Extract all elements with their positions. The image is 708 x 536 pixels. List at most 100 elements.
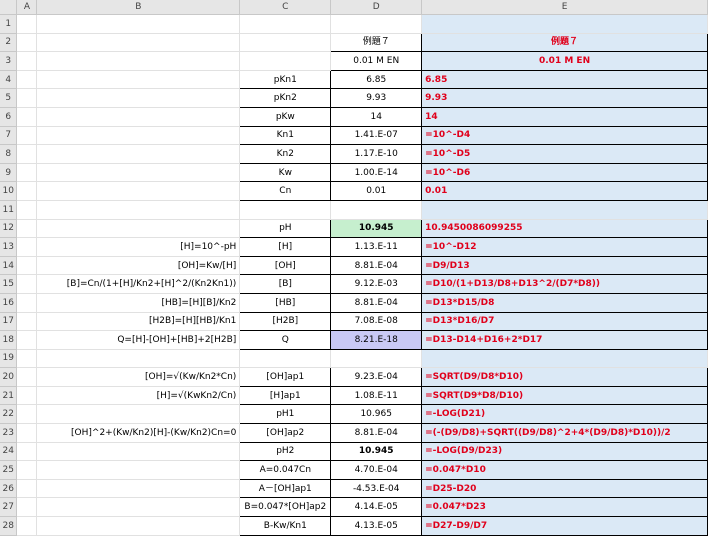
row-header[interactable]: 15 [0,274,18,294]
cell-a[interactable] [16,219,38,239]
cell-c[interactable]: Kn2 [239,144,332,164]
cell-c[interactable]: Q [239,330,332,350]
cell-e[interactable]: 6.85 [421,69,708,90]
cell-c[interactable]: [H] [239,237,332,257]
cell-e[interactable]: =D27-D9/D7 [421,516,708,536]
cell-d[interactable] [330,200,423,220]
column-header-e[interactable]: E [421,0,708,15]
cell-b[interactable] [36,516,241,536]
cell-a[interactable] [16,404,38,425]
cell-b[interactable]: [OH]=Kw/[H] [36,256,241,276]
row-header[interactable]: 10 [0,181,18,201]
row-header[interactable]: 20 [0,367,18,387]
row-header[interactable]: 6 [0,107,18,127]
cell-c[interactable] [239,14,332,34]
row-header[interactable]: 17 [0,312,18,332]
cell-c[interactable]: pH2 [239,441,332,462]
column-header-d[interactable]: D [330,0,423,15]
cell-d[interactable]: 4.70.E-04 [330,460,423,480]
cell-c[interactable]: [HB] [239,292,332,313]
cell-a[interactable] [16,293,38,313]
cell-c[interactable]: A=0.047Cn [239,460,332,480]
cell-a[interactable] [16,200,38,220]
cell-b[interactable] [36,51,241,71]
cell-b[interactable] [36,33,241,53]
row-header[interactable]: 26 [0,479,18,499]
cell-d[interactable]: 7.08.E-08 [330,311,423,332]
cell-b[interactable]: [HB]=[H][B]/Kn2 [36,293,241,313]
cell-c[interactable]: [B] [239,274,332,294]
row-header[interactable]: 18 [0,330,18,350]
cell-c[interactable]: B=0.047*[OH]ap2 [239,497,332,518]
cell-d[interactable]: 1.08.E-11 [330,385,423,406]
cell-e[interactable] [421,349,708,369]
cell-e[interactable]: =10^-D6 [421,162,708,183]
row-header[interactable]: 14 [0,256,18,276]
row-header[interactable]: 28 [0,516,18,536]
cell-a[interactable] [16,14,38,34]
cell-b[interactable] [36,460,241,480]
cell-e[interactable]: =D25-D20 [421,478,708,499]
cell-e[interactable]: =SQRT(D9/D8*D10) [421,367,708,387]
cell-c[interactable]: Kn1 [239,125,332,146]
cell-b[interactable] [36,144,241,164]
cell-e[interactable]: =10^-D4 [421,125,708,146]
cell-d[interactable]: 8.81.E-04 [330,255,423,276]
cell-a[interactable] [16,256,38,276]
row-header[interactable]: 1 [0,14,18,34]
cell-a[interactable] [16,367,38,387]
cell-b[interactable] [36,70,241,90]
row-header[interactable]: 9 [0,163,18,183]
cell-a[interactable] [16,88,38,108]
cell-d[interactable]: 例題７ [330,32,423,53]
cell-e[interactable] [421,200,708,220]
cell-b[interactable] [36,349,241,369]
cell-c[interactable]: Cn [239,181,332,201]
cell-b[interactable] [36,163,241,183]
cell-d[interactable]: 1.41.E-07 [330,125,423,146]
cell-e[interactable]: =D13*D16/D7 [421,311,708,332]
cell-d[interactable]: -4.53.E-04 [330,478,423,499]
cell-b[interactable] [36,88,241,108]
row-header[interactable]: 3 [0,51,18,71]
cell-c[interactable] [239,349,332,369]
cell-c[interactable] [239,33,332,53]
cell-e[interactable]: =-LOG(D21) [421,404,708,425]
row-header[interactable]: 11 [0,200,18,220]
row-header[interactable]: 7 [0,126,18,146]
cell-b[interactable] [36,181,241,201]
row-header[interactable]: 21 [0,386,18,406]
cell-b[interactable]: [OH]=√(Kw/Kn2*Cn) [36,367,241,387]
select-all-corner[interactable] [0,0,18,15]
cell-a[interactable] [16,497,38,518]
cell-b[interactable]: [H]=10^-pH [36,237,241,257]
cell-e[interactable]: =10^-D12 [421,237,708,257]
cell-e[interactable]: =D10/(1+D13/D8+D13^2/(D7*D8)) [421,274,708,294]
column-header-c[interactable]: C [239,0,332,15]
cell-a[interactable] [16,163,38,183]
cell-a[interactable] [16,460,38,480]
cell-d[interactable]: 9.23.E-04 [330,367,423,387]
row-header[interactable]: 4 [0,70,18,90]
row-header[interactable]: 19 [0,349,18,369]
cell-d[interactable]: 9.12.E-03 [330,274,423,294]
cell-b[interactable]: [B]=Cn/(1+[H]/Kn2+[H]^2/(Kn2Kn1)) [36,274,241,294]
row-header[interactable]: 16 [0,293,18,313]
cell-c[interactable]: [H]ap1 [239,385,332,406]
cell-a[interactable] [16,516,38,536]
cell-d[interactable]: 14 [330,106,423,127]
cell-b[interactable] [36,479,241,499]
cell-d[interactable]: 1.13.E-11 [330,237,423,257]
cell-b[interactable] [36,497,241,518]
cell-c[interactable]: [OH]ap2 [239,423,332,443]
cell-b[interactable] [36,219,241,239]
row-header[interactable]: 25 [0,460,18,480]
cell-e[interactable]: 0.01 M EN [421,51,708,71]
cell-e[interactable]: =D9/D13 [421,255,708,276]
row-header[interactable]: 27 [0,497,18,518]
cell-a[interactable] [16,479,38,499]
row-header[interactable]: 12 [0,219,18,239]
cell-c[interactable]: A－[OH]ap1 [239,478,332,499]
cell-a[interactable] [16,386,38,406]
cell-d[interactable]: 8.81.E-04 [330,292,423,313]
